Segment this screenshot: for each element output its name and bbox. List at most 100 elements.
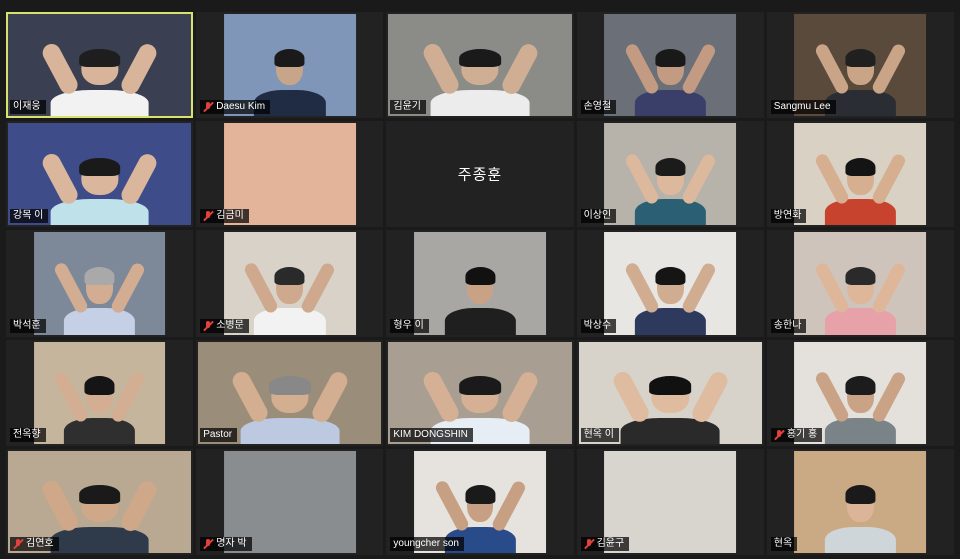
participant-name-text: 김연호 bbox=[26, 537, 54, 549]
muted-mic-icon bbox=[203, 320, 213, 332]
participant-figure bbox=[52, 370, 147, 444]
participant-name-text: 현옥 이 bbox=[583, 428, 614, 440]
participant-figure bbox=[243, 261, 337, 335]
video-gallery-grid: 이재웅 Daesu Kim 김윤기 손영철 Sangmu Lee 강목 이 김금미 주종훈이상… bbox=[0, 0, 960, 559]
participant-name-text: 방연화 bbox=[773, 210, 802, 222]
participant-name-label: 이재웅 bbox=[10, 100, 46, 115]
participant-name-label: 박석훈 bbox=[10, 318, 46, 333]
participant-name-text: 강목 이 bbox=[13, 210, 44, 222]
participant-name-label: 형우 이 bbox=[390, 318, 429, 333]
participant-name-text: 박석훈 bbox=[13, 319, 41, 331]
participant-video-feed bbox=[794, 123, 927, 226]
participant-name-label: 손영철 bbox=[580, 100, 617, 115]
participant-tile[interactable]: 이재웅 bbox=[6, 12, 194, 119]
participant-tile[interactable]: Daesu Kim bbox=[196, 12, 384, 119]
participant-name-label: 방연화 bbox=[770, 209, 807, 224]
participant-tile[interactable]: Sangmu Lee bbox=[766, 12, 954, 119]
participant-video-feed bbox=[604, 123, 737, 226]
participant-name-text: 홍기 홍 bbox=[786, 428, 818, 440]
participant-name-text: 이상인 bbox=[583, 210, 612, 222]
muted-mic-icon bbox=[584, 538, 594, 550]
participant-tile[interactable]: 김연호 bbox=[6, 448, 194, 555]
participant-name-label: 송한나 bbox=[770, 318, 807, 333]
participant-name-label: KIM DONGSHIN bbox=[390, 427, 473, 442]
participant-tile[interactable]: 송한나 bbox=[766, 230, 954, 337]
participant-name-label: Daesu Kim bbox=[200, 100, 271, 115]
participant-tile[interactable]: 김윤기 bbox=[386, 12, 574, 119]
participant-figure bbox=[623, 151, 717, 226]
participant-name-label: 이상인 bbox=[580, 209, 617, 224]
participant-name-label: Sangmu Lee bbox=[770, 100, 836, 115]
participant-name-text: 이재웅 bbox=[13, 101, 41, 113]
participant-video-feed bbox=[604, 14, 737, 117]
participant-name-label: youngcher son bbox=[390, 536, 464, 551]
participant-name-text: KIM DONGSHIN bbox=[393, 428, 468, 440]
participant-name-text: 명자 박 bbox=[216, 537, 247, 549]
participant-tile[interactable]: 김금미 bbox=[196, 121, 384, 228]
participant-name-text: 손영철 bbox=[583, 101, 612, 113]
participant-tile[interactable]: 현옥 이 bbox=[576, 339, 764, 446]
participant-figure bbox=[39, 41, 160, 117]
participant-video-feed bbox=[33, 232, 166, 335]
participant-figure bbox=[52, 261, 147, 335]
participant-name-center: 주종훈 bbox=[457, 166, 503, 184]
participant-name-label: 김윤구 bbox=[580, 536, 630, 551]
participant-name-text: 형우 이 bbox=[393, 319, 424, 331]
participant-name-label: 전옥향 bbox=[10, 427, 46, 442]
participant-tile[interactable]: 박상수 bbox=[576, 230, 764, 337]
participant-tile[interactable]: 강목 이 bbox=[6, 121, 194, 228]
participant-tile[interactable]: KIM DONGSHIN bbox=[386, 339, 574, 446]
participant-tile[interactable]: 형우 이 bbox=[386, 230, 574, 337]
participant-name-text: Pastor bbox=[203, 428, 233, 440]
participant-name-label: 김연호 bbox=[10, 536, 59, 551]
participant-tile[interactable]: 방연화 bbox=[766, 121, 954, 228]
participant-figure bbox=[813, 370, 908, 444]
participant-figure bbox=[39, 150, 160, 226]
participant-name-text: 전옥향 bbox=[13, 428, 41, 440]
participant-tile[interactable]: 현옥 bbox=[766, 448, 954, 555]
participant-figure bbox=[821, 482, 900, 553]
participant-figure bbox=[813, 151, 908, 226]
participant-video-feed bbox=[604, 232, 737, 335]
participant-video-feed bbox=[794, 232, 927, 335]
participant-tile[interactable]: 명자 박 bbox=[196, 448, 384, 555]
participant-tile[interactable]: 홍기 홍 bbox=[766, 339, 954, 446]
participant-tile[interactable]: 소병문 bbox=[196, 230, 384, 337]
participant-figure bbox=[813, 261, 908, 335]
participant-name-label: 강목 이 bbox=[10, 209, 49, 224]
participant-name-label: 현옥 이 bbox=[580, 427, 619, 442]
participant-tile[interactable]: 박석훈 bbox=[6, 230, 194, 337]
participant-tile[interactable]: 손영철 bbox=[576, 12, 764, 119]
participant-name-label: 김윤기 bbox=[390, 100, 426, 115]
participant-name-text: 소병문 bbox=[216, 319, 244, 331]
muted-mic-icon bbox=[203, 538, 213, 550]
participant-figure bbox=[420, 41, 540, 117]
participant-tile[interactable]: 김윤구 bbox=[576, 448, 764, 555]
participant-name-label: 명자 박 bbox=[200, 536, 252, 551]
participant-video-feed bbox=[794, 450, 927, 553]
participant-name-text: Daesu Kim bbox=[216, 101, 266, 113]
participant-name-text: Sangmu Lee bbox=[773, 101, 831, 113]
participant-name-label: 소병문 bbox=[200, 318, 249, 333]
participant-tile[interactable]: youngcher son bbox=[386, 448, 574, 555]
participant-name-text: 김윤기 bbox=[393, 101, 421, 113]
muted-mic-icon bbox=[203, 210, 213, 222]
participant-name-text: youngcher son bbox=[393, 537, 459, 549]
participant-name-label: Pastor bbox=[200, 427, 238, 442]
participant-tile[interactable]: 이상인 bbox=[576, 121, 764, 228]
participant-video-feed bbox=[414, 232, 546, 335]
participant-name-text: 박상수 bbox=[583, 319, 612, 331]
muted-mic-icon bbox=[203, 101, 213, 113]
participant-name-label: 현옥 bbox=[770, 536, 798, 551]
participant-tile[interactable]: 주종훈 bbox=[386, 121, 574, 228]
participant-name-text: 김금미 bbox=[216, 210, 244, 222]
participant-name-label: 박상수 bbox=[580, 318, 617, 333]
participant-figure bbox=[623, 42, 717, 117]
participant-name-text: 김윤구 bbox=[596, 537, 625, 549]
participant-video-feed bbox=[33, 341, 166, 444]
participant-tile[interactable]: Pastor bbox=[196, 339, 384, 446]
participant-figure bbox=[623, 261, 717, 335]
participant-tile[interactable]: 전옥향 bbox=[6, 339, 194, 446]
participant-name-label: 홍기 홍 bbox=[770, 427, 823, 442]
participant-name-text: 송한나 bbox=[773, 319, 802, 331]
